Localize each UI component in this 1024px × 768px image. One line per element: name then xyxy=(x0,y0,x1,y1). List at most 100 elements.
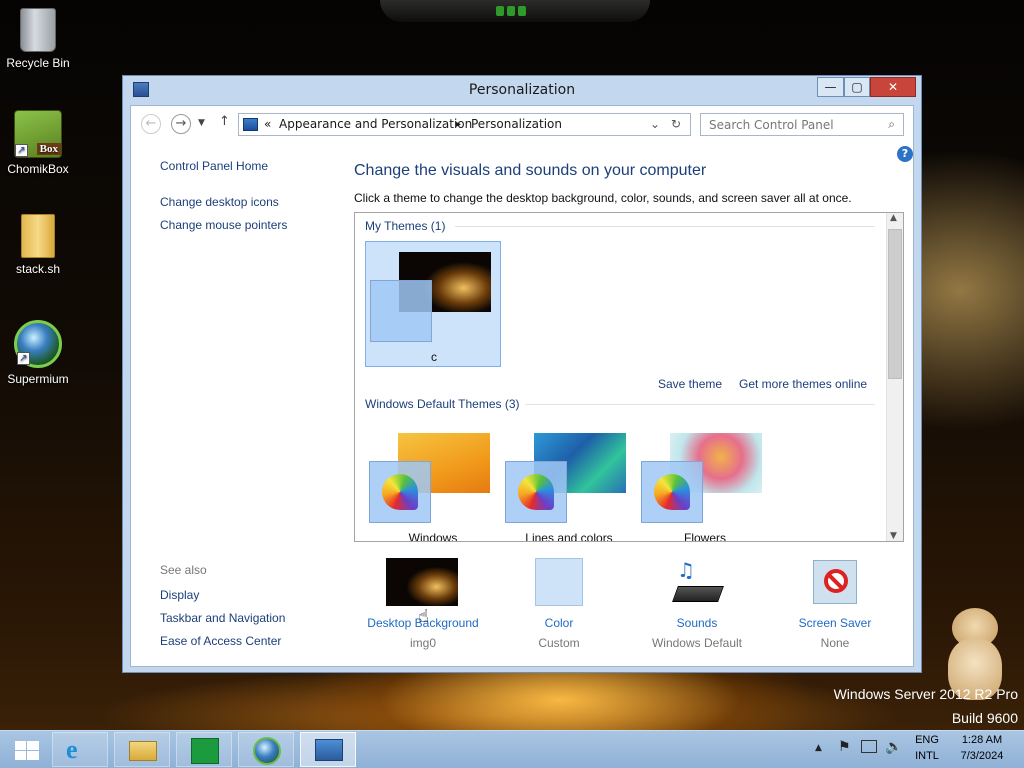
theme-card-windows[interactable]: Windows xyxy=(365,423,501,541)
color-link[interactable]: Color xyxy=(489,616,629,630)
supermium-icon xyxy=(253,737,281,765)
theme-card-flowers[interactable]: Flowers xyxy=(637,423,773,542)
folder-icon xyxy=(21,214,55,258)
theme-card-c[interactable]: c xyxy=(365,241,501,367)
desktop-background-value: img0 xyxy=(409,636,436,650)
help-icon[interactable]: ? xyxy=(897,146,913,162)
color-palette-icon xyxy=(518,474,554,510)
maximize-button[interactable]: ▢ xyxy=(844,77,870,97)
desktop-icon-stack-sh[interactable]: stack.sh xyxy=(0,214,76,276)
clock-time[interactable]: 1:28 AM xyxy=(950,734,1014,746)
taskbar-file-explorer[interactable] xyxy=(114,732,170,767)
breadcrumb-separator[interactable]: ▸ xyxy=(456,119,461,130)
section-divider xyxy=(455,226,875,227)
clock-date[interactable]: 7/3/2024 xyxy=(950,750,1014,762)
theme-color-preview xyxy=(505,461,567,523)
control-panel-home-link[interactable]: Control Panel Home xyxy=(160,159,268,173)
section-divider xyxy=(525,404,875,405)
taskbar-navigation-link[interactable]: Taskbar and Navigation xyxy=(160,611,285,625)
control-panel-icon xyxy=(243,118,258,131)
desktop-icon-chomikbox[interactable]: Box ↗ ChomikBox xyxy=(0,110,76,176)
scroll-up-icon[interactable]: ▲ xyxy=(890,213,897,223)
sounds-link[interactable]: Sounds xyxy=(627,616,767,630)
taskbar: e ▲ ⚑ 🔈 ENG INTL 1:28 AM 7/3/2024 xyxy=(0,730,1024,768)
taskbar-store[interactable] xyxy=(176,732,232,767)
scroll-down-icon[interactable]: ▼ xyxy=(890,531,897,541)
volume-muted-icon[interactable]: 🔈 xyxy=(885,739,902,755)
search-icon[interactable]: ⌕ xyxy=(888,117,895,132)
theme-list[interactable]: My Themes (1) c Save theme Get more them… xyxy=(354,212,904,542)
screen-saver-link[interactable]: Screen Saver xyxy=(765,616,905,630)
theme-name: Lines and colors xyxy=(525,531,613,542)
color-swatch xyxy=(535,558,583,606)
refresh-icon[interactable]: ↻ xyxy=(671,117,681,131)
breadcrumb-personalization[interactable]: Personalization xyxy=(471,117,562,131)
show-hidden-icons-button[interactable]: ▲ xyxy=(815,743,822,753)
sounds-setting[interactable]: ♫ Sounds Windows Default xyxy=(627,556,767,656)
window-content: ← → ▼ ↑ « Appearance and Personalization… xyxy=(130,105,914,667)
theme-color-preview xyxy=(641,461,703,523)
file-explorer-icon xyxy=(129,741,157,761)
store-icon xyxy=(191,738,219,764)
forward-button[interactable]: → xyxy=(171,114,191,134)
recent-locations-dropdown[interactable]: ▼ xyxy=(198,118,205,128)
scrollbar-thumb[interactable] xyxy=(888,229,902,379)
action-center-flag-icon[interactable]: ⚑ xyxy=(838,739,851,755)
navigation-bar: ← → ▼ ↑ « Appearance and Personalization… xyxy=(131,106,913,142)
color-setting[interactable]: Color Custom xyxy=(489,556,629,656)
shortcut-arrow-icon: ↗ xyxy=(17,352,30,365)
desktop-icon-recycle-bin[interactable]: Recycle Bin xyxy=(0,8,76,70)
desktop-background-thumbnail xyxy=(386,558,458,606)
search-box[interactable]: Search Control Panel ⌕ xyxy=(700,113,904,136)
taskbar-internet-explorer[interactable]: e xyxy=(52,732,108,767)
taskbar-supermium[interactable] xyxy=(238,732,294,767)
personalization-window[interactable]: Personalization — ▢ ✕ ← → ▼ ↑ « Appearan… xyxy=(122,75,922,673)
color-palette-icon xyxy=(654,474,690,510)
shortcut-arrow-icon: ↗ xyxy=(15,144,28,157)
start-button[interactable] xyxy=(2,732,50,767)
window-titlebar[interactable]: Personalization — ▢ ✕ xyxy=(123,76,921,104)
close-button[interactable]: ✕ xyxy=(870,77,916,97)
sounds-icon: ♫ xyxy=(671,558,724,608)
default-themes-heading: Windows Default Themes (3) xyxy=(365,397,520,411)
theme-list-scrollbar[interactable]: ▲ ▼ xyxy=(886,213,903,541)
address-bar[interactable]: « Appearance and Personalization ▸ Perso… xyxy=(238,113,691,136)
page-title: Change the visuals and sounds on your co… xyxy=(354,162,707,179)
theme-card-lines-and-colors[interactable]: Lines and colors xyxy=(501,423,637,542)
screen-saver-icon xyxy=(813,560,857,604)
search-input[interactable]: Search Control Panel xyxy=(709,118,834,132)
input-language-primary[interactable]: ENG xyxy=(912,734,942,746)
theme-color-preview xyxy=(369,461,431,523)
green-light-icon xyxy=(496,6,504,16)
desktop-icon-label: Supermium xyxy=(7,372,69,386)
change-mouse-pointers-link[interactable]: Change mouse pointers xyxy=(160,218,287,232)
minimize-button[interactable]: — xyxy=(817,77,844,97)
chomikbox-badge: Box xyxy=(36,143,61,155)
change-desktop-icons-link[interactable]: Change desktop icons xyxy=(160,195,279,209)
screen-saver-setting[interactable]: Screen Saver None xyxy=(765,556,905,656)
taskbar-control-panel[interactable] xyxy=(300,732,356,767)
breadcrumb-appearance[interactable]: Appearance and Personalization xyxy=(279,117,472,131)
network-icon[interactable] xyxy=(861,740,877,753)
page-subtitle: Click a theme to change the desktop back… xyxy=(354,191,852,205)
ease-of-access-link[interactable]: Ease of Access Center xyxy=(160,634,281,648)
get-more-themes-link[interactable]: Get more themes online xyxy=(739,377,867,391)
theme-name: Flowers xyxy=(683,531,726,542)
back-button[interactable]: ← xyxy=(141,114,161,134)
control-panel-icon xyxy=(315,739,343,761)
desktop-icon-label: Recycle Bin xyxy=(6,56,70,70)
green-light-icon xyxy=(518,6,526,16)
theme-color-preview xyxy=(370,280,432,342)
address-overflow[interactable]: « xyxy=(264,117,271,131)
desktop-icon-supermium[interactable]: ↗ Supermium xyxy=(0,320,76,386)
mouse-cursor-icon: ☝ xyxy=(418,606,429,627)
window-title: Personalization xyxy=(468,82,576,98)
windows-logo-icon xyxy=(15,741,39,761)
display-link[interactable]: Display xyxy=(160,588,199,602)
input-language-secondary[interactable]: INTL xyxy=(912,750,942,762)
up-button[interactable]: ↑ xyxy=(219,114,230,129)
sounds-value: Windows Default xyxy=(651,636,743,650)
color-palette-icon xyxy=(382,474,418,510)
save-theme-link[interactable]: Save theme xyxy=(658,377,722,391)
address-dropdown-icon[interactable]: ⌄ xyxy=(650,117,660,131)
